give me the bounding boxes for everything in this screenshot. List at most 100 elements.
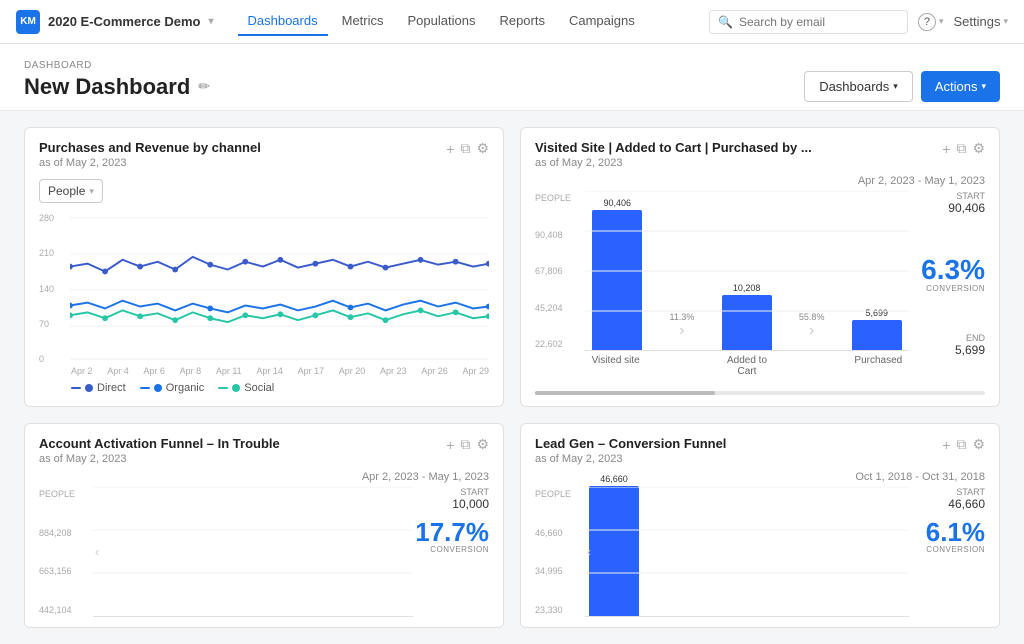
lead-gen-card: Lead Gen – Conversion Funnel as of May 2… [520, 423, 1000, 628]
search-icon: 🔍 [718, 15, 733, 29]
nav-populations[interactable]: Populations [398, 7, 486, 36]
card2-start-group: START 90,406 [948, 191, 985, 215]
card1-body: People ▾ 280 210 140 70 0 [25, 175, 503, 406]
card2-x-axis: Visited site Added to Cart Purchased [535, 355, 909, 377]
card1-settings-icon[interactable]: ⚙ [476, 140, 489, 157]
card2-copy-icon[interactable]: ⧉ [956, 140, 966, 157]
line-chart-svg [70, 211, 489, 366]
card3-people-label: PEOPLE [39, 489, 89, 499]
bar-purchased: 5,699 [844, 308, 909, 350]
card4-start-group: START 46,660 [948, 487, 985, 511]
pct1-group: 11.3% › [670, 312, 695, 350]
card4-bar1-value: 46,660 [600, 474, 628, 484]
card2-conversion-label: CONVERSION [921, 284, 985, 293]
card4-conversion-label: CONVERSION [926, 545, 985, 554]
card4-copy-icon[interactable]: ⧉ [956, 436, 966, 453]
pct2-arrow: › [809, 322, 814, 340]
nav-right: 🔍 ? ▾ Settings ▾ [709, 10, 1008, 34]
card4-y1: 46,660 [535, 528, 581, 538]
nav-reports[interactable]: Reports [489, 7, 555, 36]
page-header-row: New Dashboard ✏ Dashboards ▾ Actions ▾ [24, 71, 1000, 102]
x-label-2: Apr 4 [107, 366, 129, 376]
card2-y-axis: PEOPLE 90,408 67,806 45,204 22,602 [535, 191, 581, 351]
logo: KM 2020 E-Commerce Demo ▾ [16, 10, 214, 34]
card3-y1: 884,208 [39, 528, 89, 538]
card3-settings-icon[interactable]: ⚙ [476, 436, 489, 453]
settings-chevron: ▾ [1003, 16, 1008, 27]
settings-button[interactable]: Settings ▾ [953, 14, 1008, 29]
legend-organic: Organic [140, 382, 205, 394]
card1-title: Purchases and Revenue by channel [39, 140, 261, 155]
logo-icon: KM [16, 10, 40, 34]
scrollbar-thumb[interactable] [535, 391, 715, 395]
card4-conversion-pct: 6.1% [926, 519, 985, 545]
nav-campaigns[interactable]: Campaigns [559, 7, 645, 36]
y-label-70: 70 [39, 319, 66, 329]
people-dropdown[interactable]: People ▾ [39, 179, 103, 203]
card2-end-value: 5,699 [955, 343, 985, 357]
page-title-group: New Dashboard ✏ [24, 74, 210, 100]
breadcrumb: DASHBOARD [24, 60, 1000, 71]
purchases-revenue-card: Purchases and Revenue by channel as of M… [24, 127, 504, 407]
card4-conversion-group: 6.1% CONVERSION [926, 519, 985, 554]
help-button[interactable]: ? ▾ [918, 13, 944, 31]
card2-conversion-group: 6.3% CONVERSION [921, 256, 985, 293]
card1-add-icon[interactable]: + [446, 141, 454, 157]
card4-bars: ‹ 46,660 [585, 487, 909, 617]
card4-people-label: PEOPLE [535, 489, 581, 499]
card1-copy-icon[interactable]: ⧉ [460, 140, 470, 157]
search-box[interactable]: 🔍 [709, 10, 908, 34]
card3-chart-area: PEOPLE 884,208 663,156 442,104 ‹ [39, 487, 413, 617]
card4-y3: 23,330 [535, 605, 581, 615]
legend-organic-label: Organic [166, 382, 205, 394]
card4-y-axis: PEOPLE 46,660 34,995 23,330 [535, 487, 581, 617]
scrollbar-track[interactable] [535, 391, 985, 395]
card2-add-icon[interactable]: + [942, 141, 950, 157]
card4-add-icon[interactable]: + [942, 437, 950, 453]
page-title: New Dashboard [24, 74, 190, 100]
nav-links: Dashboards Metrics Populations Reports C… [238, 7, 686, 36]
legend-direct-label: Direct [97, 382, 126, 394]
card4-y2: 34,995 [535, 566, 581, 576]
y-label-210: 210 [39, 248, 66, 258]
org-name: 2020 E-Commerce Demo [48, 14, 200, 29]
nav-dashboards[interactable]: Dashboards [238, 7, 328, 36]
card4-start-label: START [948, 487, 985, 497]
card3-start-group: START 10,000 [452, 487, 489, 511]
card2-end-label: END [955, 333, 985, 343]
card2-scrollbar-area [521, 387, 999, 403]
x-added-cart: Added to Cart [716, 355, 777, 377]
card3-scroll-left[interactable]: ‹ [95, 545, 99, 559]
x-label-4: Apr 8 [180, 366, 202, 376]
nav-metrics[interactable]: Metrics [332, 7, 394, 36]
card4-start-value: 46,660 [948, 497, 985, 511]
card2-settings-icon[interactable]: ⚙ [972, 140, 985, 157]
card3-add-icon[interactable]: + [446, 437, 454, 453]
actions-chevron-icon: ▾ [981, 81, 986, 92]
card2-right: START 90,406 6.3% CONVERSION END 5,699 [915, 191, 985, 377]
y-label-0: 0 [39, 354, 66, 364]
y-label-280: 280 [39, 213, 66, 223]
card4-right: START 46,660 6.1% CONVERSION [915, 487, 985, 617]
card4-settings-icon[interactable]: ⚙ [972, 436, 985, 453]
settings-label: Settings [953, 14, 1000, 29]
card3-conversion-group: 17.7% CONVERSION [415, 519, 489, 554]
dashboards-chevron-icon: ▾ [893, 81, 898, 92]
card3-actions: + ⧉ ⚙ [446, 436, 489, 453]
card3-start-value: 10,000 [452, 497, 489, 511]
x-visited: Visited site [585, 355, 646, 377]
navbar: KM 2020 E-Commerce Demo ▾ Dashboards Met… [0, 0, 1024, 44]
card3-y2: 663,156 [39, 566, 89, 576]
bar-chart-area: PEOPLE 90,408 67,806 45,204 22,602 [535, 191, 909, 377]
search-input[interactable] [739, 15, 899, 29]
card4-scroll-left[interactable]: ‹ [587, 545, 591, 559]
card2-header: Visited Site | Added to Cart | Purchased… [521, 128, 999, 175]
actions-button[interactable]: Actions ▾ [921, 71, 1000, 102]
bars-container: 90,406 11.3% › 10,208 [585, 191, 909, 351]
legend-social-label: Social [244, 382, 274, 394]
x-axis: Apr 2 Apr 4 Apr 6 Apr 8 Apr 11 Apr 14 Ap… [39, 366, 489, 376]
bar1-value: 90,406 [604, 198, 632, 208]
edit-icon[interactable]: ✏ [198, 78, 210, 95]
card3-copy-icon[interactable]: ⧉ [460, 436, 470, 453]
dashboards-button[interactable]: Dashboards ▾ [804, 71, 913, 102]
